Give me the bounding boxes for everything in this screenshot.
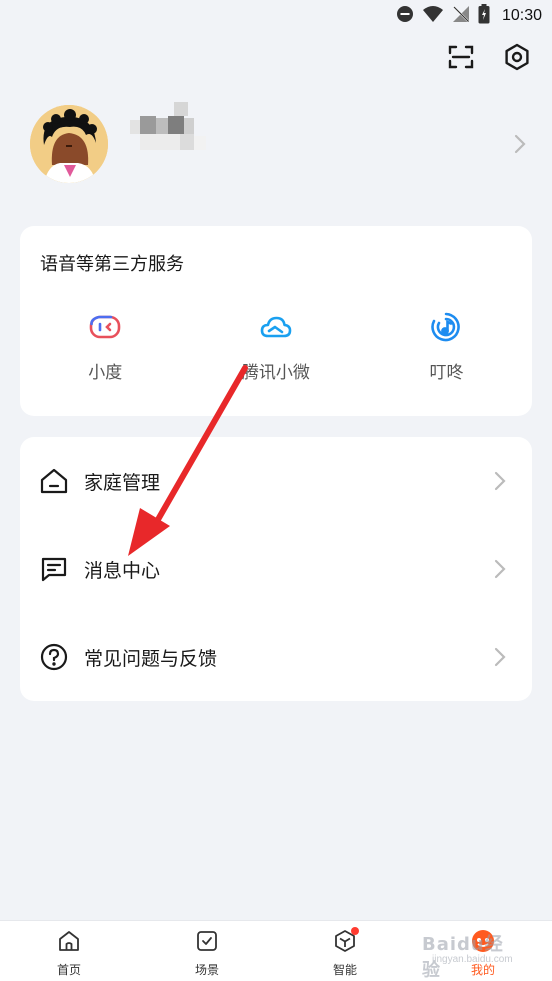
tab-label: 智能 <box>332 963 357 977</box>
dingdong-icon <box>429 310 463 344</box>
menu-card: 家庭管理 消息中心 常见问题与反馈 <box>20 437 532 701</box>
menu-label: 家庭管理 <box>84 471 161 494</box>
menu-label: 常见问题与反馈 <box>84 647 218 670</box>
dnd-icon <box>396 5 414 27</box>
menu-label: 消息中心 <box>84 559 161 582</box>
menu-item-family-management[interactable]: 家庭管理 <box>20 437 532 525</box>
help-icon <box>40 643 68 671</box>
profile-header[interactable] <box>0 100 552 190</box>
battery-icon <box>478 4 490 28</box>
service-xiaodu[interactable]: 小度 <box>20 310 191 383</box>
username-blurred <box>130 102 210 152</box>
watermark-sub: jingyan.baidu.com <box>432 954 513 965</box>
service-tencent-xiaowei[interactable]: 腾讯小微 <box>191 310 362 383</box>
service-label: 小度 <box>88 363 123 383</box>
wifi-icon <box>422 5 444 27</box>
xiaodu-icon <box>88 310 122 344</box>
settings-icon[interactable] <box>502 42 532 72</box>
message-icon <box>40 555 68 583</box>
notification-badge <box>351 927 359 935</box>
tab-label: 场景 <box>194 963 219 977</box>
services-title: 语音等第三方服务 <box>40 254 184 275</box>
tab-label: 首页 <box>56 963 81 977</box>
services-row: 小度 腾讯小微 叮咚 <box>20 310 532 383</box>
chevron-right-icon <box>494 559 506 583</box>
services-card: 语音等第三方服务 小度 腾讯小微 叮咚 <box>20 226 532 416</box>
status-bar: 10:30 <box>0 0 552 32</box>
cloud-icon <box>259 310 293 344</box>
service-label: 腾讯小微 <box>241 363 310 383</box>
chevron-right-icon <box>514 134 526 158</box>
scan-icon[interactable] <box>446 42 476 72</box>
scene-tab-icon <box>195 929 219 957</box>
watermark: Baidu经验 jingyan.baidu.com <box>422 926 522 981</box>
home-icon <box>40 467 68 495</box>
avatar[interactable] <box>30 105 108 183</box>
menu-item-faq-feedback[interactable]: 常见问题与反馈 <box>20 613 532 701</box>
tab-smart[interactable]: 智能 <box>276 921 414 981</box>
no-signal-icon <box>452 5 470 27</box>
tab-scene[interactable]: 场景 <box>138 921 276 981</box>
status-time: 10:30 <box>501 7 542 24</box>
chevron-right-icon <box>494 471 506 495</box>
tab-home[interactable]: 首页 <box>0 921 138 981</box>
top-actions <box>446 42 532 72</box>
chevron-right-icon <box>494 647 506 671</box>
service-label: 叮咚 <box>429 363 464 383</box>
home-tab-icon <box>57 929 81 957</box>
menu-item-message-center[interactable]: 消息中心 <box>20 525 532 613</box>
service-dingdong[interactable]: 叮咚 <box>361 310 532 383</box>
